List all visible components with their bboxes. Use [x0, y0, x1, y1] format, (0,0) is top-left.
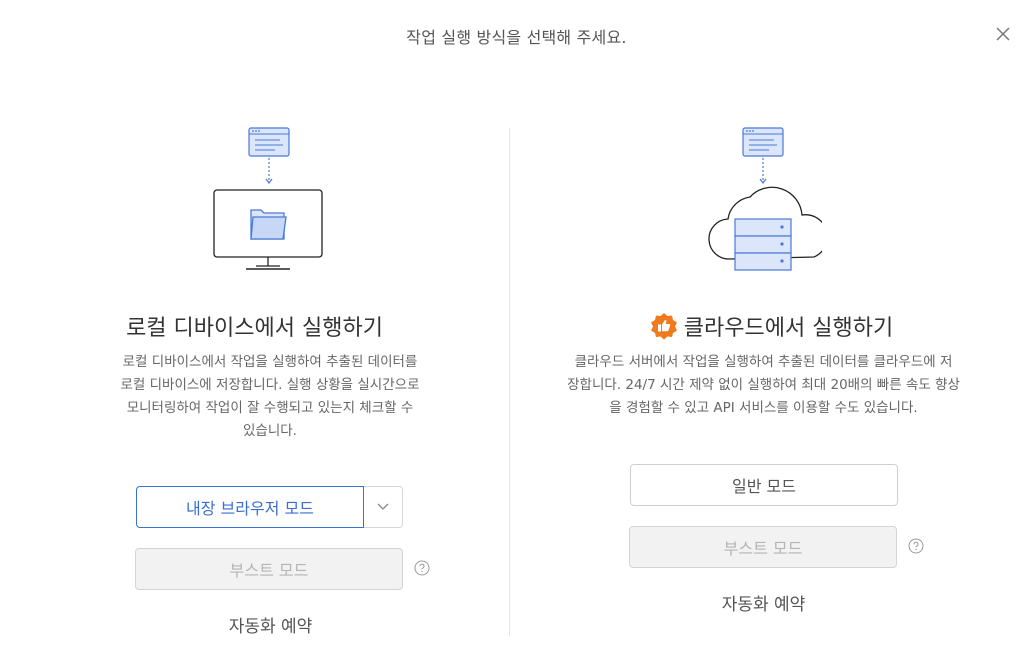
local-boost-mode-button[interactable]: 부스트 모드: [135, 548, 403, 590]
local-title: 로컬 디바이스에서 실행하기: [126, 316, 383, 341]
help-icon[interactable]: [908, 538, 924, 554]
cloud-run-panel: 클라우드에서 실행하기 클라우드 서버에서 작업을 실행하여 추출된 데이터를 …: [510, 0, 1033, 669]
chevron-down-icon: [377, 503, 389, 510]
local-description: 로컬 디바이스에서 작업을 실행하여 추출된 데이터를 로컬 디바이스에 저장합…: [120, 354, 420, 439]
mode-dropdown-button[interactable]: [364, 486, 403, 528]
help-icon[interactable]: [414, 560, 430, 576]
thumbs-up-badge-icon: [650, 313, 677, 340]
cloud-description: 클라우드 서버에서 작업을 실행하여 추출된 데이터를 클라우드에 저 장합니다…: [567, 354, 960, 416]
local-run-panel: 로컬 디바이스에서 실행하기 로컬 디바이스에서 작업을 실행하여 추출된 데이…: [0, 0, 509, 669]
cloud-boost-mode-button[interactable]: 부스트 모드: [629, 526, 897, 568]
cloud-schedule-link[interactable]: 자동화 예약: [510, 590, 1017, 615]
normal-mode-button[interactable]: 일반 모드: [630, 464, 898, 506]
local-schedule-link[interactable]: 자동화 예약: [16, 612, 525, 637]
built-in-browser-mode-button[interactable]: 내장 브라우저 모드: [136, 486, 364, 528]
cloud-server-icon: [708, 127, 822, 271]
monitor-folder-icon: [213, 127, 323, 270]
cloud-title: 클라우드에서 실행하기: [510, 310, 1033, 342]
